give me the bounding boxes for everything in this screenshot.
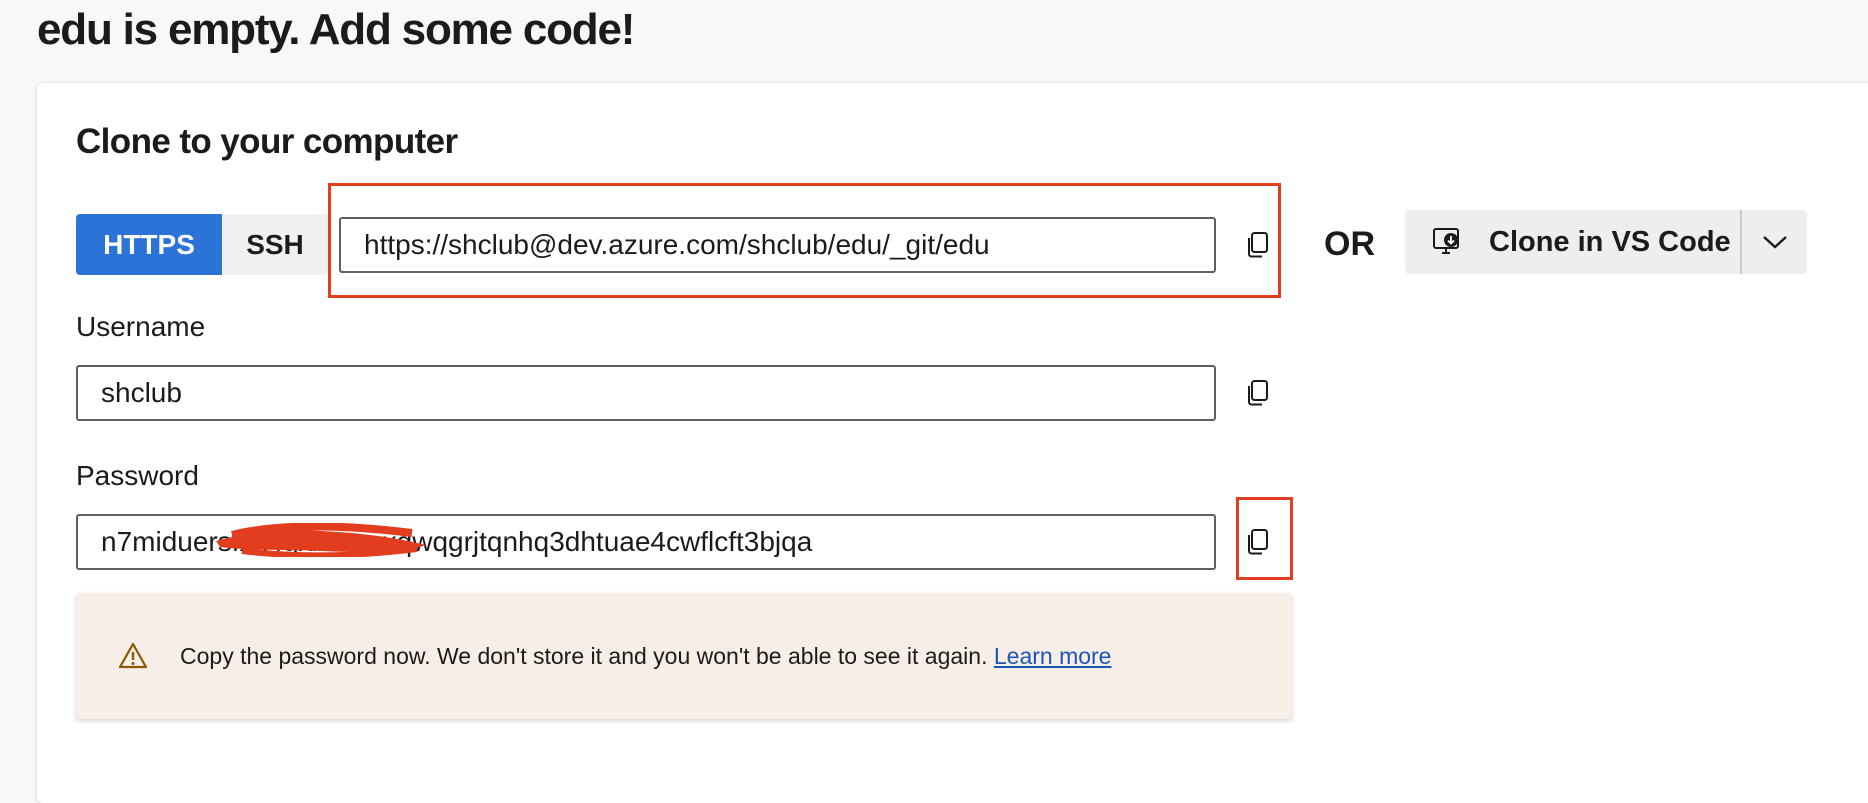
clone-in-vscode-button[interactable]: Clone in VS Code: [1405, 210, 1740, 274]
copy-username-button[interactable]: [1238, 373, 1278, 413]
copy-password-button[interactable]: [1238, 522, 1278, 562]
chevron-down-icon: [1762, 236, 1787, 249]
clone-vscode-split-button: Clone in VS Code: [1405, 210, 1807, 274]
clone-section-title: Clone to your computer: [76, 122, 458, 161]
clone-options-dropdown-button[interactable]: [1742, 210, 1807, 274]
vscode-clone-icon: [1431, 225, 1465, 259]
copy-icon: [1248, 380, 1268, 406]
page-title: edu is empty. Add some code!: [37, 5, 635, 54]
copy-icon: [1248, 529, 1268, 555]
ssh-toggle-button[interactable]: SSH: [222, 214, 328, 275]
copy-url-button[interactable]: [1238, 225, 1278, 265]
or-label: OR: [1324, 225, 1375, 263]
password-label: Password: [76, 460, 199, 491]
warning-icon: [118, 642, 148, 669]
protocol-toggle: HTTPS SSH: [76, 214, 328, 275]
clone-in-vscode-label: Clone in VS Code: [1489, 225, 1731, 258]
username-field[interactable]: shclub: [76, 365, 1216, 421]
warning-text: Copy the password now. We don't store it…: [180, 643, 988, 669]
clone-url-field[interactable]: https://shclub@dev.azure.com/shclub/edu/…: [339, 217, 1216, 273]
password-field[interactable]: n7miduersfxk4gxxxxxxxqwqgrjtqnhq3dhtuae4…: [76, 514, 1216, 570]
password-warning-banner: Copy the password now. We don't store it…: [76, 593, 1292, 719]
copy-icon: [1248, 232, 1268, 258]
username-label: Username: [76, 311, 206, 342]
warning-message: Copy the password now. We don't store it…: [180, 640, 1111, 672]
learn-more-link[interactable]: Learn more: [994, 643, 1112, 669]
https-toggle-button[interactable]: HTTPS: [76, 214, 222, 275]
